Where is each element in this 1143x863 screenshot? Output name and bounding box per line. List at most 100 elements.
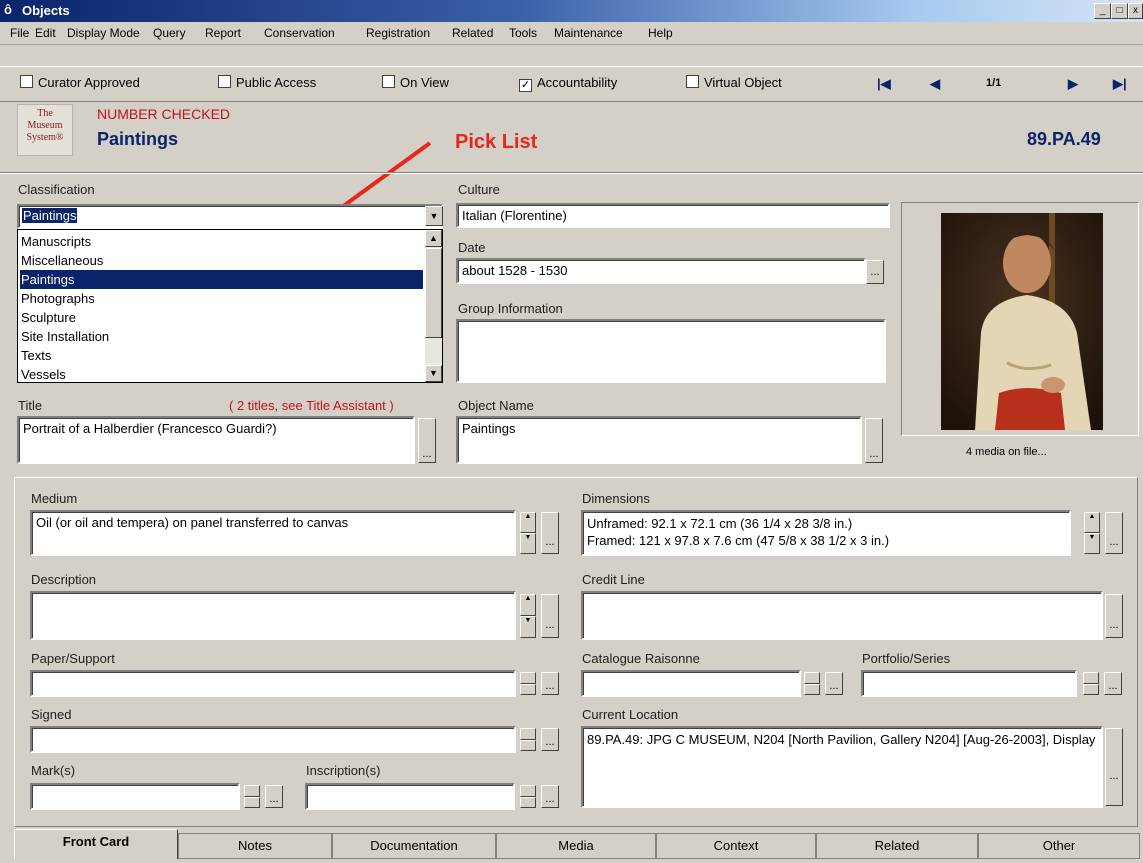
public-access-checkbox[interactable]: Public Access: [218, 75, 316, 90]
culture-field[interactable]: Italian (Florentine): [456, 203, 890, 228]
menu-conservation[interactable]: Conservation: [264, 26, 335, 40]
paper-support-ellipsis-button[interactable]: ...: [541, 672, 559, 695]
list-item-selected[interactable]: Paintings: [20, 270, 423, 289]
spin-up-icon[interactable]: [520, 672, 536, 684]
spin-up-icon[interactable]: ▲: [520, 512, 536, 533]
scroll-thumb[interactable]: [425, 248, 442, 338]
maximize-button[interactable]: □: [1111, 3, 1128, 19]
scroll-up-icon[interactable]: ▲: [425, 230, 442, 247]
medium-spinner[interactable]: ▲ ▼: [520, 512, 536, 554]
description-field[interactable]: [30, 591, 516, 640]
description-ellipsis-button[interactable]: ...: [541, 594, 559, 638]
first-record-icon[interactable]: |◀: [877, 76, 891, 92]
medium-field[interactable]: Oil (or oil and tempera) on panel transf…: [30, 510, 516, 556]
menu-edit[interactable]: Edit: [35, 26, 56, 40]
tab-documentation[interactable]: Documentation: [332, 833, 496, 859]
spin-up-icon[interactable]: [1083, 672, 1099, 684]
app-icon[interactable]: ô: [4, 3, 18, 17]
curator-approved-checkbox[interactable]: Curator Approved: [20, 75, 140, 90]
signed-field[interactable]: [30, 726, 516, 753]
previous-record-icon[interactable]: ◀: [930, 76, 940, 92]
tab-other[interactable]: Other: [978, 833, 1140, 859]
spin-down-icon[interactable]: ▼: [520, 533, 536, 554]
list-item[interactable]: Photographs: [20, 289, 423, 308]
last-record-icon[interactable]: ▶|: [1113, 76, 1127, 92]
portfolio-series-field[interactable]: [861, 670, 1077, 697]
spin-up-icon[interactable]: ▲: [1084, 512, 1100, 533]
medium-ellipsis-button[interactable]: ...: [541, 512, 559, 554]
signed-spinner[interactable]: [520, 728, 536, 751]
dimensions-spinner[interactable]: ▲ ▼: [1084, 512, 1100, 554]
spin-up-icon[interactable]: [804, 672, 820, 684]
spin-up-icon[interactable]: ▲: [520, 594, 536, 616]
tab-notes[interactable]: Notes: [178, 833, 332, 859]
tab-front-card[interactable]: Front Card: [14, 829, 178, 859]
checkbox-box[interactable]: [218, 75, 231, 88]
list-item[interactable]: Miscellaneous: [20, 251, 423, 270]
tab-context[interactable]: Context: [656, 833, 816, 859]
spin-down-icon[interactable]: [520, 683, 536, 695]
title-bar[interactable]: ô Objects _ □ x: [0, 0, 1143, 22]
portfolio-series-ellipsis-button[interactable]: ...: [1104, 672, 1122, 695]
date-field[interactable]: about 1528 - 1530: [456, 258, 866, 284]
menu-display-mode[interactable]: Display Mode: [67, 26, 140, 40]
list-item[interactable]: Texts: [20, 346, 423, 365]
date-ellipsis-button[interactable]: ...: [866, 260, 884, 284]
close-button[interactable]: x: [1128, 3, 1143, 19]
list-scrollbar[interactable]: ▲ ▼: [425, 230, 442, 382]
menu-report[interactable]: Report: [205, 26, 241, 40]
checkbox-box[interactable]: [20, 75, 33, 88]
on-view-checkbox[interactable]: On View: [382, 75, 449, 90]
menu-file[interactable]: File: [10, 26, 29, 40]
credit-line-ellipsis-button[interactable]: ...: [1105, 594, 1123, 638]
dimensions-field[interactable]: Unframed: 92.1 x 72.1 cm (36 1/4 x 28 3/…: [581, 510, 1071, 556]
inscriptions-spinner[interactable]: [520, 785, 536, 808]
classification-pick-list[interactable]: Manuscripts Miscellaneous Paintings Phot…: [17, 229, 443, 383]
spin-up-icon[interactable]: [244, 785, 260, 797]
tab-related[interactable]: Related: [816, 833, 978, 859]
object-name-ellipsis-button[interactable]: ...: [865, 418, 883, 463]
inscriptions-field[interactable]: [305, 783, 515, 810]
title-field[interactable]: Portrait of a Halberdier (Francesco Guar…: [17, 416, 415, 464]
spin-down-icon[interactable]: ▼: [520, 616, 536, 638]
catalogue-raisonne-field[interactable]: [581, 670, 801, 697]
menu-maintenance[interactable]: Maintenance: [554, 26, 623, 40]
spin-down-icon[interactable]: ▼: [1084, 533, 1100, 554]
portfolio-series-spinner[interactable]: [1083, 672, 1099, 695]
classification-select[interactable]: Paintings: [17, 204, 443, 229]
description-spinner[interactable]: ▲ ▼: [520, 594, 536, 638]
paper-support-spinner[interactable]: [520, 672, 536, 695]
inscriptions-ellipsis-button[interactable]: ...: [541, 785, 559, 808]
spin-up-icon[interactable]: [520, 728, 536, 740]
credit-line-field[interactable]: [581, 591, 1103, 640]
spin-down-icon[interactable]: [804, 683, 820, 695]
checkbox-box[interactable]: [382, 75, 395, 88]
spin-down-icon[interactable]: [1083, 683, 1099, 695]
title-assistant-note[interactable]: ( 2 titles, see Title Assistant ): [229, 398, 394, 413]
painting-thumbnail[interactable]: [941, 213, 1103, 430]
dropdown-arrow-icon[interactable]: ▼: [425, 206, 443, 226]
object-name-field[interactable]: Paintings: [456, 416, 862, 464]
menu-query[interactable]: Query: [153, 26, 186, 40]
tab-media[interactable]: Media: [496, 833, 656, 859]
spin-down-icon[interactable]: [244, 796, 260, 808]
paper-support-field[interactable]: [30, 670, 516, 697]
current-location-field[interactable]: 89.PA.49: JPG C MUSEUM, N204 [North Pavi…: [581, 726, 1103, 808]
list-item[interactable]: Vessels: [20, 365, 423, 384]
catalogue-raisonne-spinner[interactable]: [804, 672, 820, 695]
marks-field[interactable]: [30, 783, 240, 810]
virtual-object-checkbox[interactable]: Virtual Object: [686, 75, 782, 90]
checkbox-box-checked[interactable]: ✓: [519, 79, 532, 92]
list-item[interactable]: Site Installation: [20, 327, 423, 346]
menu-related[interactable]: Related: [452, 26, 493, 40]
marks-spinner[interactable]: [244, 785, 260, 808]
checkbox-box[interactable]: [686, 75, 699, 88]
menu-tools[interactable]: Tools: [509, 26, 537, 40]
spin-down-icon[interactable]: [520, 739, 536, 751]
list-item[interactable]: Sculpture: [20, 308, 423, 327]
menu-registration[interactable]: Registration: [366, 26, 430, 40]
scroll-down-icon[interactable]: ▼: [425, 365, 442, 382]
list-item[interactable]: Manuscripts: [20, 232, 423, 251]
current-location-ellipsis-button[interactable]: ...: [1105, 728, 1123, 806]
media-caption[interactable]: 4 media on file...: [966, 446, 1047, 458]
